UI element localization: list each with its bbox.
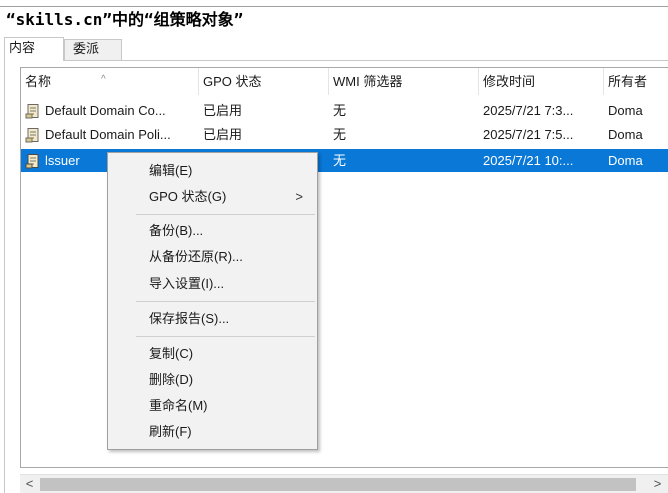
menu-item-label: 删除(D) [149,372,194,387]
top-border [0,6,668,7]
scroll-thumb[interactable] [40,478,636,491]
cell-owner: Doma [608,103,643,118]
cell-name: Default Domain Poli... [45,127,171,142]
table-row[interactable]: Default Domain Poli... 已启用 无 2025/7/21 7… [21,123,668,146]
context-menu: 编辑(E) GPO 状态(G) > 备份(B)... 从备份还原(R)... 导入… [107,152,318,450]
cell-modified: 2025/7/21 10:... [483,153,574,168]
menu-item-label: 从备份还原(R)... [149,249,243,264]
cell-status: 已启用 [203,127,243,142]
cell-wmi: 无 [333,103,347,118]
menu-item-delete[interactable]: 删除(D) [108,367,317,393]
column-header-modified[interactable]: 修改时间 [479,68,604,95]
gpo-scroll-icon [25,103,41,119]
column-header-name[interactable]: 名称 ^ [21,68,199,95]
column-header-owner[interactable]: 所有者 [604,68,668,95]
tab-contents[interactable]: 内容 [4,37,64,61]
gpo-scroll-icon [25,127,41,143]
submenu-arrow-icon: > [295,189,303,204]
menu-item-copy[interactable]: 复制(C) [108,341,317,367]
cell-modified: 2025/7/21 7:3... [483,103,574,118]
column-header-gpo-status[interactable]: GPO 状态 [199,68,329,95]
cell-modified: 2025/7/21 7:5... [483,127,574,142]
menu-item-edit[interactable]: 编辑(E) [108,158,317,184]
cell-owner: Doma [608,153,643,168]
column-header-row: 名称 ^ GPO 状态 WMI 筛选器 修改时间 所有者 [21,68,668,95]
menu-item-gpo-status[interactable]: GPO 状态(G) > [108,184,317,210]
menu-separator [136,301,315,302]
scroll-left-arrow-icon[interactable]: < [21,475,38,493]
menu-item-label: 编辑(E) [149,163,193,178]
menu-item-label: 备份(B)... [149,223,204,238]
menu-item-refresh[interactable]: 刷新(F) [108,419,317,445]
menu-item-restore-from-backup[interactable]: 从备份还原(R)... [108,244,317,270]
cell-status: 已启用 [203,103,243,118]
cell-name: Default Domain Co... [45,103,166,118]
column-header-wmi-filter[interactable]: WMI 筛选器 [329,68,479,95]
gpo-scroll-icon [25,153,41,169]
menu-item-save-report[interactable]: 保存报告(S)... [108,306,317,332]
cell-owner: Doma [608,127,643,142]
column-header-name-label: 名称 [25,74,52,89]
menu-item-label: 重命名(M) [149,398,208,413]
table-row[interactable]: Default Domain Co... 已启用 无 2025/7/21 7:3… [21,99,668,122]
cell-wmi: 无 [333,127,347,142]
scroll-right-arrow-icon[interactable]: > [649,475,666,493]
menu-item-label: 保存报告(S)... [149,311,230,326]
menu-item-label: 刷新(F) [149,424,192,439]
menu-separator [136,336,315,337]
cell-wmi: 无 [333,153,347,168]
menu-item-label: 复制(C) [149,346,194,361]
menu-item-label: GPO 状态(G) [149,189,227,204]
page-title: “skills.cn”中的“组策略对象” [6,10,244,29]
menu-separator [136,214,315,215]
menu-item-rename[interactable]: 重命名(M) [108,393,317,419]
menu-item-backup[interactable]: 备份(B)... [108,218,317,244]
tab-delegation[interactable]: 委派 [64,39,122,60]
menu-item-import-settings[interactable]: 导入设置(I)... [108,271,317,297]
sort-ascending-icon: ^ [101,74,106,85]
horizontal-scrollbar[interactable]: < > [20,474,668,493]
menu-item-label: 导入设置(I)... [149,276,225,291]
